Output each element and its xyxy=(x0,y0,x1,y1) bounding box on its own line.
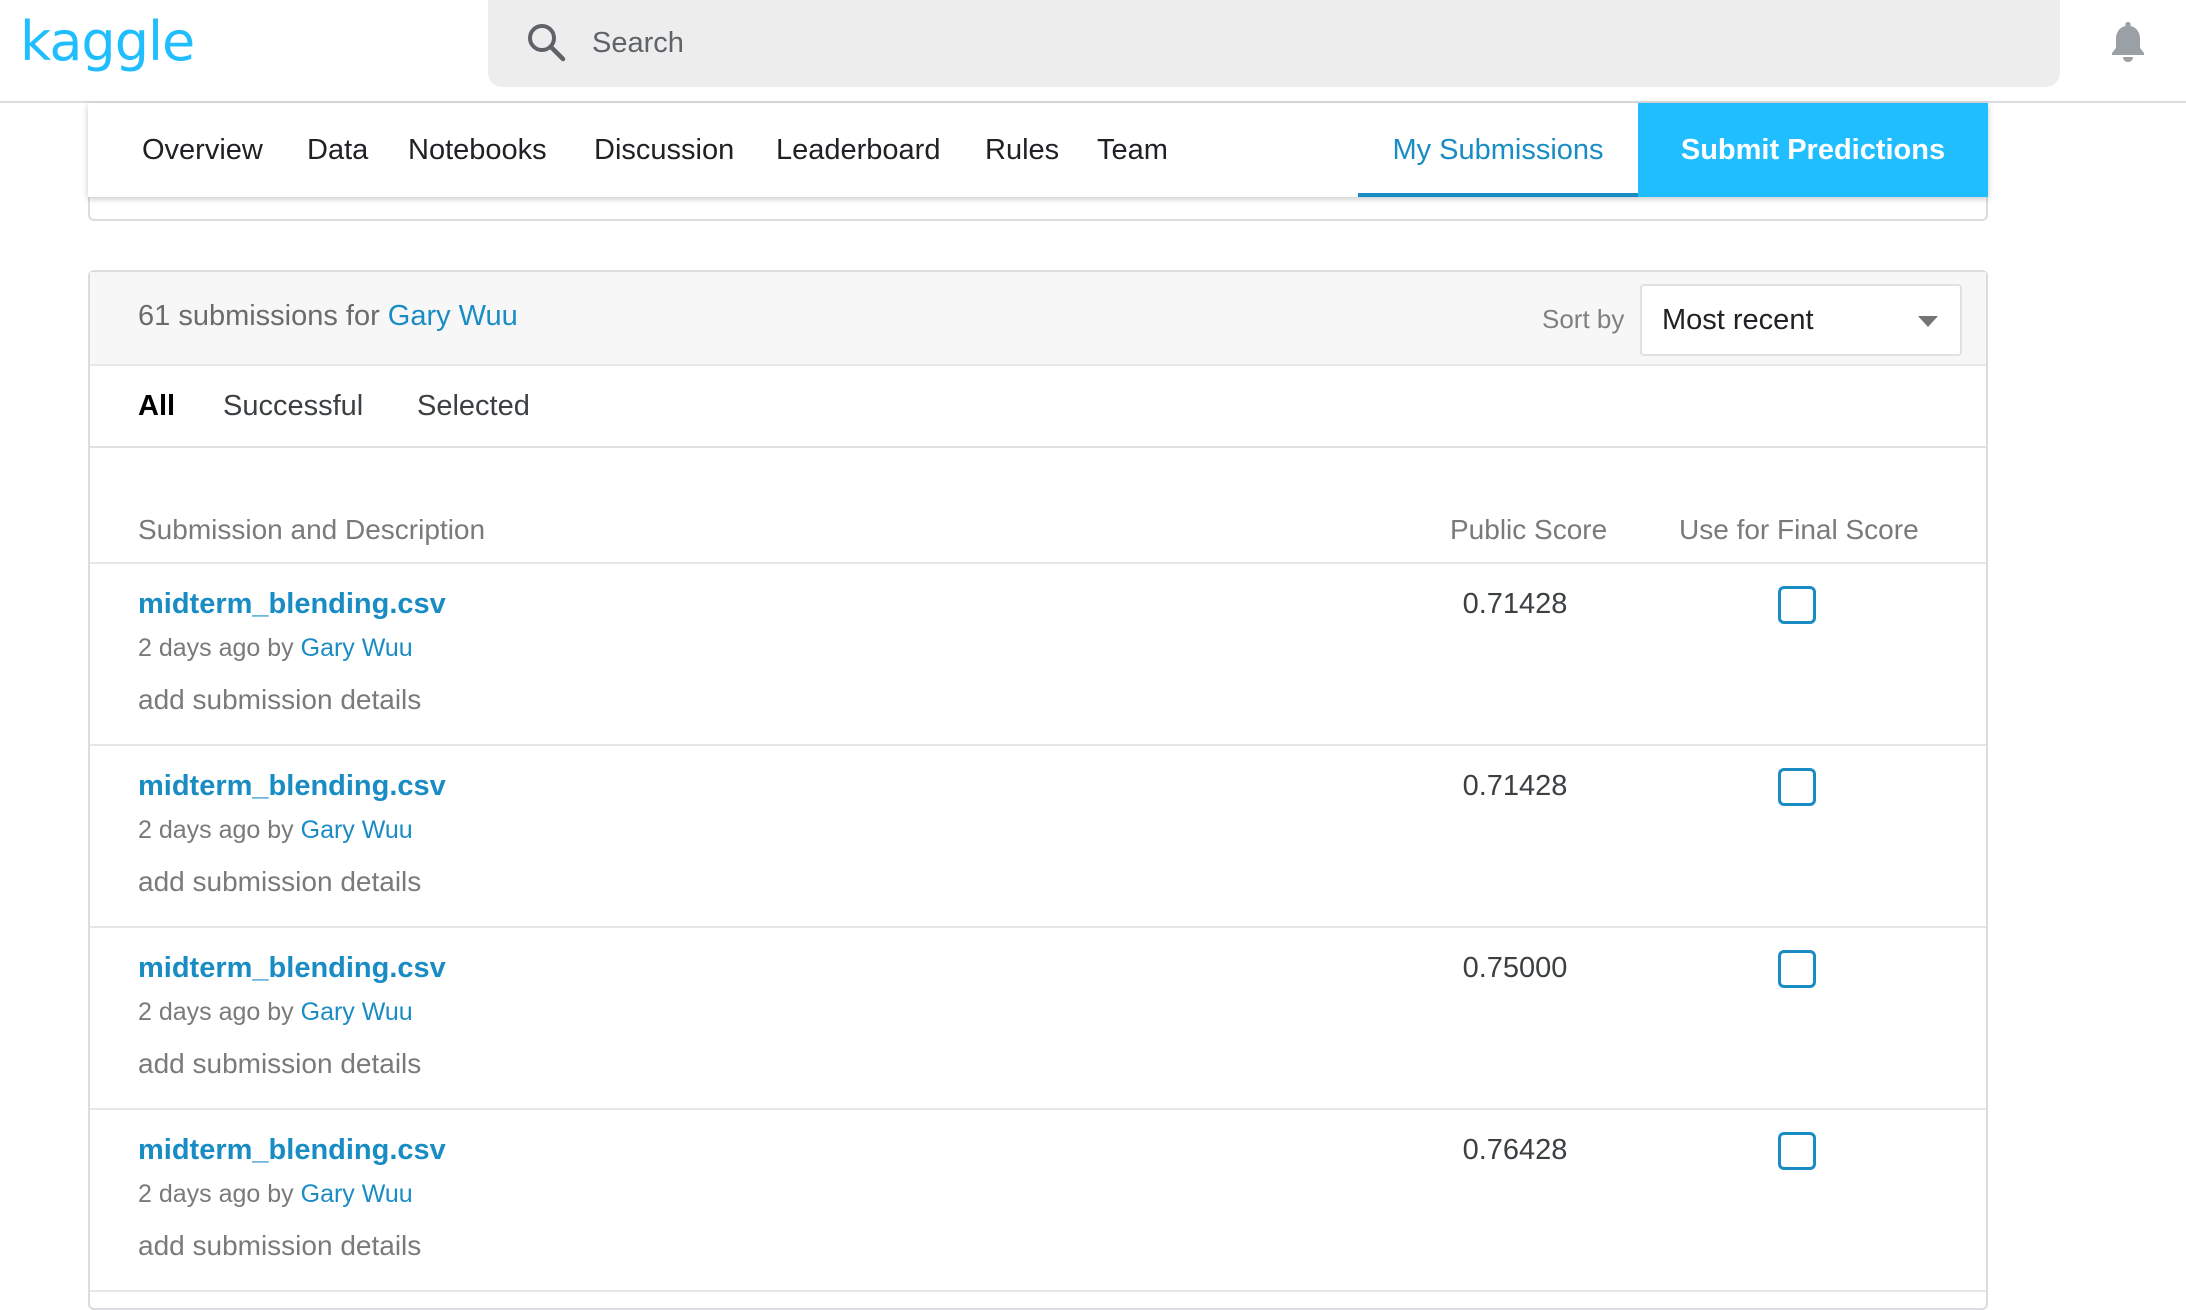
column-score-header[interactable]: Public Score xyxy=(1450,514,1607,546)
submission-meta: 2 days ago by Gary Wuu xyxy=(138,634,413,663)
panel-header: 61 submissions for Gary Wuu Sort by Most … xyxy=(90,272,1986,366)
search-bar[interactable] xyxy=(488,0,2060,87)
search-input[interactable] xyxy=(592,18,1992,68)
submission-time: 2 days ago by xyxy=(138,816,294,844)
public-score: 0.75000 xyxy=(1462,952,1568,984)
author-link[interactable]: Gary Wuu xyxy=(301,998,413,1026)
tab-leaderboard[interactable]: Leaderboard xyxy=(776,103,940,197)
public-score: 0.71428 xyxy=(1462,770,1568,802)
final-score-checkbox[interactable] xyxy=(1778,768,1816,806)
filter-selected[interactable]: Selected xyxy=(417,390,530,423)
submission-details-link[interactable]: add submission details xyxy=(138,866,421,898)
public-score: 0.76428 xyxy=(1462,1134,1568,1166)
submission-file-link[interactable]: midterm_blending.csv xyxy=(138,1134,446,1167)
caret-down-icon xyxy=(1918,316,1938,327)
author-link[interactable]: Gary Wuu xyxy=(301,634,413,662)
tab-notebooks[interactable]: Notebooks xyxy=(408,103,547,197)
submission-row: midterm_blending.csv 2 days ago by Gary … xyxy=(90,746,1986,928)
submission-row: midterm_blending.csv 2 days ago by Gary … xyxy=(90,1110,1986,1292)
submission-time: 2 days ago by xyxy=(138,1180,294,1208)
filter-successful[interactable]: Successful xyxy=(223,390,363,423)
submission-filters: All Successful Selected xyxy=(90,366,1986,448)
final-score-checkbox[interactable] xyxy=(1778,1132,1816,1170)
submission-count: 61 submissions for Gary Wuu xyxy=(138,300,518,333)
submission-row: midterm_blending.csv 2 days ago by Gary … xyxy=(90,564,1986,746)
tab-team[interactable]: Team xyxy=(1097,103,1168,197)
tab-data[interactable]: Data xyxy=(307,103,368,197)
submission-file-link[interactable]: midterm_blending.csv xyxy=(138,770,446,803)
submission-meta: 2 days ago by Gary Wuu xyxy=(138,816,413,845)
final-score-checkbox[interactable] xyxy=(1778,586,1816,624)
user-link[interactable]: Gary Wuu xyxy=(388,300,518,332)
submission-details-link[interactable]: add submission details xyxy=(138,1230,421,1262)
tab-discussion[interactable]: Discussion xyxy=(594,103,734,197)
search-icon[interactable] xyxy=(524,20,568,64)
column-final-header: Use for Final Score xyxy=(1679,514,1919,545)
submission-count-label: 61 submissions for xyxy=(138,300,380,332)
submission-details-link[interactable]: add submission details xyxy=(138,1048,421,1080)
submission-file-link[interactable]: midterm_blending.csv xyxy=(138,588,446,621)
submission-file-link[interactable]: midterm_blending.csv xyxy=(138,952,446,985)
author-link[interactable]: Gary Wuu xyxy=(301,1180,413,1208)
tab-rules[interactable]: Rules xyxy=(985,103,1059,197)
submission-time: 2 days ago by xyxy=(138,998,294,1026)
submission-row: midterm_blending.csv 2 days ago by Gary … xyxy=(90,928,1986,1110)
submit-predictions-button[interactable]: Submit Predictions xyxy=(1638,103,1988,197)
filter-all[interactable]: All xyxy=(138,390,175,423)
bell-icon[interactable] xyxy=(2108,20,2148,64)
author-link[interactable]: Gary Wuu xyxy=(301,816,413,844)
column-submission-header: Submission and Description xyxy=(138,514,486,545)
submissions-panel: 61 submissions for Gary Wuu Sort by Most … xyxy=(88,270,1988,1310)
sort-dropdown[interactable]: Most recent xyxy=(1640,284,1962,356)
sort-value: Most recent xyxy=(1662,304,1814,336)
tab-overview[interactable]: Overview xyxy=(142,103,263,197)
submission-meta: 2 days ago by Gary Wuu xyxy=(138,998,413,1027)
submission-meta: 2 days ago by Gary Wuu xyxy=(138,1180,413,1209)
kaggle-logo[interactable]: kaggle xyxy=(20,10,195,73)
submission-time: 2 days ago by xyxy=(138,634,294,662)
submission-details-link[interactable]: add submission details xyxy=(138,684,421,716)
competition-nav: Overview Data Notebooks Discussion Leade… xyxy=(88,103,1988,197)
sort-by-label: Sort by xyxy=(1542,304,1625,334)
top-bar: kaggle xyxy=(0,0,2186,103)
public-score: 0.71428 xyxy=(1462,588,1568,620)
final-score-checkbox[interactable] xyxy=(1778,950,1816,988)
tab-my-submissions[interactable]: My Submissions xyxy=(1358,103,1638,197)
